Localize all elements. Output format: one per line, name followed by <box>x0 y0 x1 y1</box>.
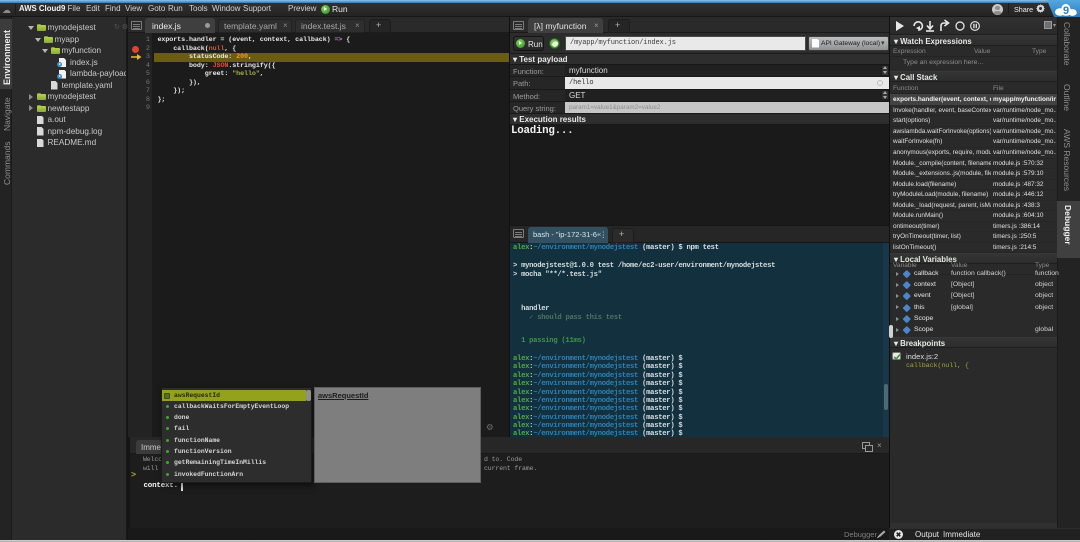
svg-text:9: 9 <box>1063 5 1069 16</box>
